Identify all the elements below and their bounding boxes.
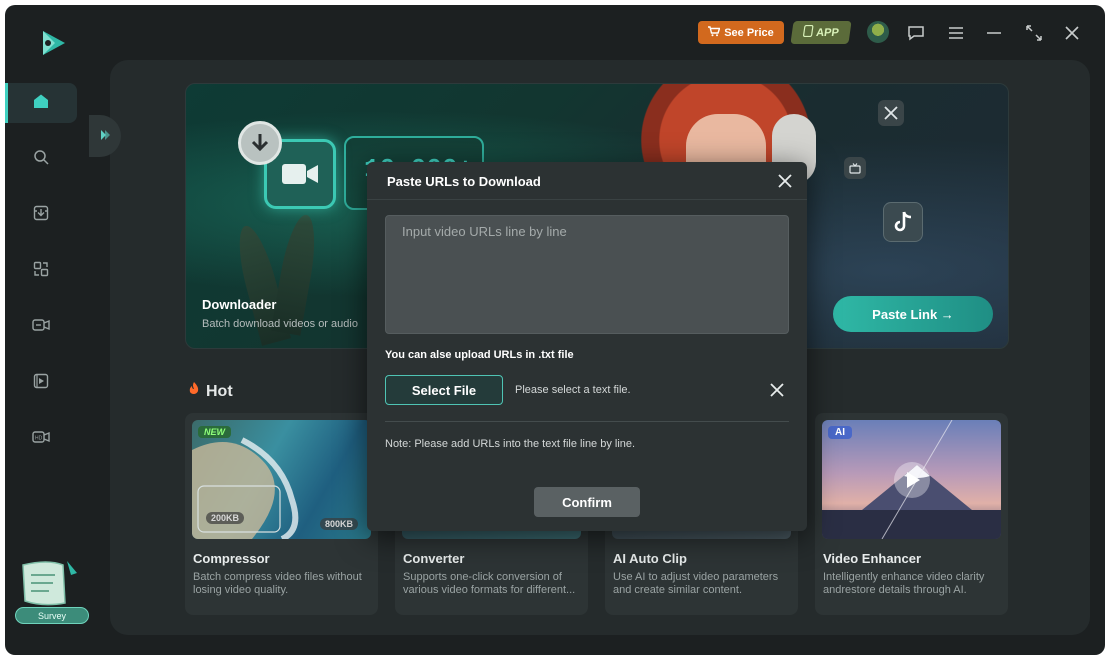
- clear-file-icon[interactable]: [767, 380, 787, 400]
- dialog-close-icon[interactable]: [775, 171, 795, 191]
- dialog-note: Note: Please add URLs into the text file…: [385, 438, 636, 450]
- dialog-title: Paste URLs to Download: [387, 174, 541, 189]
- url-input[interactable]: [385, 215, 789, 334]
- confirm-button[interactable]: Confirm: [534, 487, 640, 517]
- dialog-divider: [385, 421, 789, 422]
- modal-overlay: Paste URLs to Download You can alse uplo…: [0, 0, 1110, 660]
- file-status-text: Please select a text file.: [515, 384, 631, 396]
- upload-hint: You can alse upload URLs in .txt file: [385, 349, 574, 361]
- select-file-button[interactable]: Select File: [385, 375, 503, 405]
- dialog-header: Paste URLs to Download: [367, 162, 807, 200]
- paste-urls-dialog: Paste URLs to Download You can alse uplo…: [367, 162, 807, 531]
